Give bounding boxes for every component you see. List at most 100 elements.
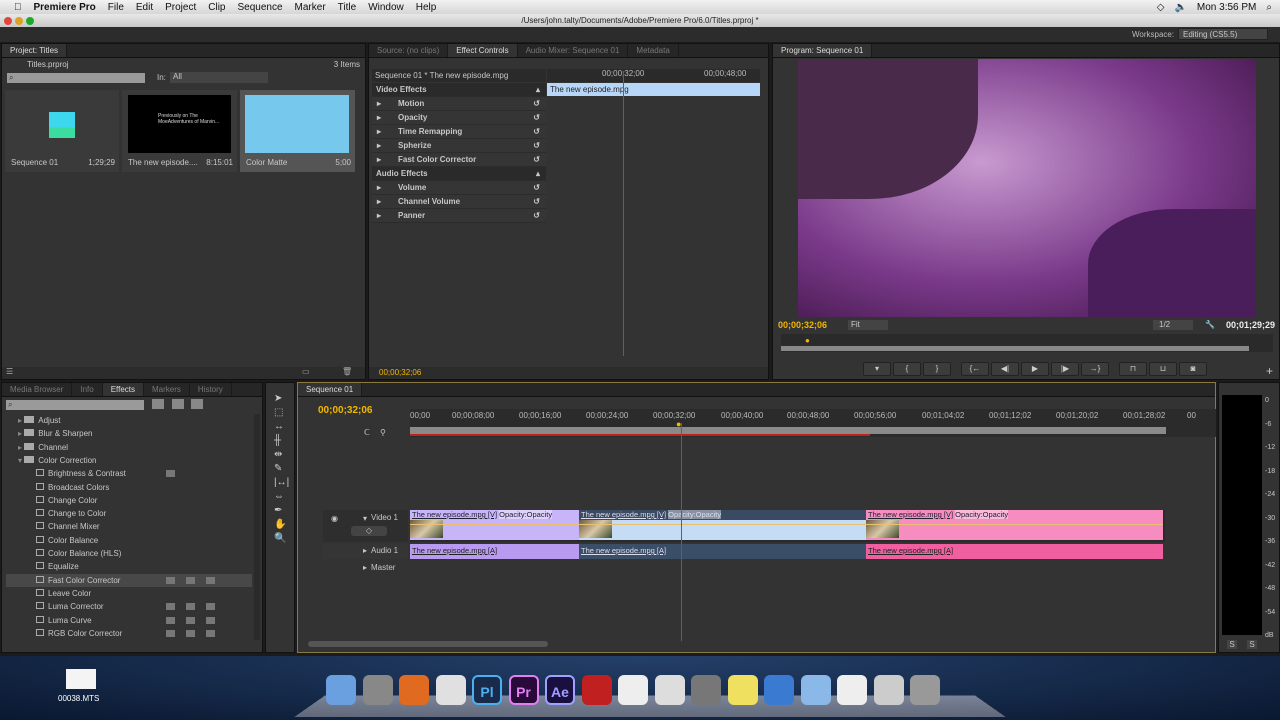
workspace-select[interactable]: Editing (CS5.5) (1178, 28, 1268, 40)
minimize-window-button[interactable] (15, 17, 23, 25)
effect-item[interactable]: Change to Color (6, 507, 252, 520)
go-to-in-button[interactable]: {← (961, 362, 989, 376)
effect-item[interactable]: Luma Corrector (6, 600, 252, 613)
menu-help[interactable]: Help (416, 2, 437, 13)
dock-stickies[interactable] (727, 675, 758, 705)
dock-ae[interactable]: Ae (545, 675, 575, 705)
video-clip[interactable]: The new episode.mpg [V] Opacity:Opacity (579, 510, 866, 540)
spotlight-icon[interactable]: ⌕ (1266, 2, 1272, 13)
expand-triangle-icon[interactable]: ▸ (377, 181, 381, 195)
lift-button[interactable]: ⊓ (1119, 362, 1147, 376)
playhead-line[interactable] (623, 71, 624, 356)
work-area-bar[interactable] (410, 427, 1166, 434)
marker-button[interactable]: ▾ (863, 362, 891, 376)
trash-icon[interactable]: 🗑 (342, 367, 352, 376)
ec-timecode[interactable]: 00;00;32;06 (379, 368, 421, 377)
dock-pr[interactable]: Pr (508, 675, 539, 705)
tab-program[interactable]: Program: Sequence 01 (773, 44, 873, 57)
selection-tool-icon[interactable]: ➤ (274, 393, 282, 404)
reset-icon[interactable]: ↺ (533, 181, 540, 195)
audio-clip[interactable]: The new episode.mpg [A] (410, 544, 579, 559)
video-clip[interactable]: The new episode.mpg [V] Opacity:Opacity (866, 510, 1163, 540)
opacity-line[interactable] (866, 524, 1163, 525)
tab-effects[interactable]: Effects (102, 383, 145, 396)
opacity-dropdown[interactable]: Opacity:Opacity (668, 510, 722, 519)
expand-track-icon[interactable]: ▸ (363, 546, 367, 555)
effect-item[interactable]: Color Balance (HLS) (6, 547, 252, 560)
effect-item[interactable]: RGB Color Corrector (6, 627, 252, 640)
effects-folder[interactable]: ▸ Channel (6, 441, 252, 454)
dock-finder[interactable] (326, 675, 356, 705)
master-track-header[interactable]: ▸ Master (323, 561, 408, 575)
collapse-icon[interactable]: ▴ (536, 167, 540, 181)
file-icon[interactable] (66, 669, 96, 689)
dock-mail[interactable] (873, 675, 904, 705)
reset-icon[interactable]: ↺ (533, 209, 540, 223)
project-search-input[interactable]: ⌕ (7, 73, 145, 83)
wrench-icon[interactable]: 🔧 (1205, 320, 1215, 329)
tab-history[interactable]: History (190, 383, 232, 396)
effect-item[interactable]: Fast Color Corrector (6, 573, 252, 587)
dock-applications[interactable] (800, 675, 831, 705)
expand-triangle-icon[interactable]: ▸ (377, 209, 381, 223)
ec-effect-row[interactable]: ▸ ↺ Fast Color Corrector (372, 153, 546, 167)
slip-tool-icon[interactable]: |↔| (274, 477, 289, 488)
list-view-icon[interactable]: ☰ (6, 367, 13, 376)
effect-item[interactable]: Broadcast Colors (6, 481, 252, 494)
effects-scrollbar[interactable] (254, 414, 260, 640)
playhead-icon[interactable]: ● (676, 419, 681, 429)
effect-item[interactable]: Leave Color (6, 587, 252, 600)
menu-file[interactable]: File (108, 2, 124, 13)
opacity-dropdown[interactable]: Opacity:Opacity (499, 510, 553, 519)
go-to-out-button[interactable]: →} (1081, 362, 1109, 376)
program-timecode[interactable]: 00;00;32;06 (778, 320, 827, 330)
add-marker-icon[interactable]: ⚲ (380, 428, 386, 437)
tab-effect-controls[interactable]: Effect Controls (448, 44, 518, 57)
menu-sequence[interactable]: Sequence (237, 2, 282, 13)
play-button[interactable]: ▶ (1021, 362, 1049, 376)
menu-marker[interactable]: Marker (295, 2, 326, 13)
ec-effect-row[interactable]: ▸ ↺ Spherize (372, 139, 546, 153)
effect-item[interactable]: Change Color (6, 494, 252, 507)
extract-button[interactable]: ⊔ (1149, 362, 1177, 376)
project-item-sequence[interactable]: Sequence 01 1;29;29 (5, 90, 119, 172)
video-clip[interactable]: The new episode.mpg [V] Opacity:Opacity (410, 510, 579, 540)
ec-effect-row[interactable]: ▸ ↺ Opacity (372, 111, 546, 125)
32bit-filter-icon[interactable] (172, 399, 184, 409)
ec-effect-row[interactable]: ▸ ↺ Channel Volume (372, 195, 546, 209)
dock-calculator[interactable] (654, 675, 685, 705)
project-item-episode[interactable]: Previously on The MoeAdventures of Marvi… (122, 90, 237, 172)
effect-item[interactable]: Color Balance (6, 534, 252, 547)
timeline-playhead[interactable] (681, 423, 682, 641)
accelerated-effects-filter-icon[interactable] (152, 399, 164, 409)
reset-icon[interactable]: ↺ (533, 97, 540, 111)
volume-icon[interactable]: 🔈 (1174, 2, 1186, 13)
resolution-select[interactable]: 1/2 (1153, 320, 1193, 330)
reset-icon[interactable]: ↺ (533, 153, 540, 167)
program-time-ruler[interactable]: ● (781, 334, 1273, 352)
close-window-button[interactable] (4, 17, 12, 25)
dock-documents[interactable] (837, 675, 867, 705)
yuv-filter-icon[interactable] (191, 399, 203, 409)
menu-edit[interactable]: Edit (136, 2, 153, 13)
project-item-color-matte[interactable]: Color Matte 5;00 (240, 90, 355, 172)
ec-effect-row[interactable]: ▸ ↺ Motion (372, 97, 546, 111)
reset-icon[interactable]: ↺ (533, 111, 540, 125)
zoom-scrollbar[interactable] (781, 346, 1249, 351)
step-back-button[interactable]: ◀| (991, 362, 1019, 376)
zoom-window-button[interactable] (26, 17, 34, 25)
keyframe-navigator[interactable]: ◇ (351, 526, 387, 536)
razor-tool-icon[interactable]: ✎ (274, 463, 282, 474)
opacity-dropdown[interactable]: Opacity:Opacity (955, 510, 1009, 519)
dock-pl[interactable]: Pl (472, 675, 502, 705)
solo-right-button[interactable]: S (1247, 640, 1257, 649)
timeline-timecode[interactable]: 00;00;32;06 (318, 405, 372, 416)
ec-section-header[interactable]: ▴ Audio Effects (372, 167, 546, 181)
rate-stretch-tool-icon[interactable]: ⇹ (274, 449, 282, 460)
hand-tool-icon[interactable]: ✋ (274, 519, 286, 530)
snap-icon[interactable]: ᑕ (364, 428, 370, 437)
reset-icon[interactable]: ↺ (533, 139, 540, 153)
effects-search-input[interactable]: ⌕ (6, 400, 144, 410)
opacity-line[interactable] (410, 524, 579, 525)
app-menu[interactable]: Premiere Pro (34, 2, 96, 13)
